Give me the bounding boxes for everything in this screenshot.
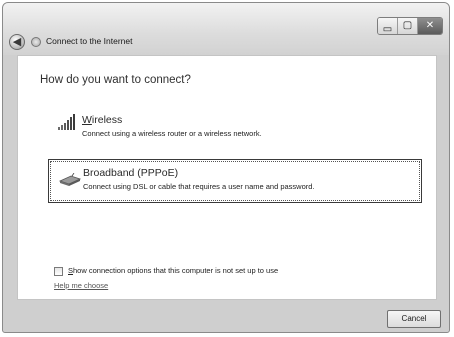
- caption-buttons: ▭ ▢ ✕: [377, 17, 443, 35]
- wizard-content: How do you want to connect? Wireless Con…: [17, 55, 437, 300]
- broadband-modem-icon: [59, 173, 81, 186]
- cancel-button[interactable]: Cancel: [387, 310, 441, 328]
- option-broadband-title: Broadband (PPPoE): [83, 167, 179, 179]
- page-heading: How do you want to connect?: [40, 74, 191, 86]
- network-globe-icon: [31, 37, 41, 47]
- close-icon: ✕: [425, 20, 435, 31]
- maximize-icon: ▢: [402, 20, 413, 31]
- show-options-label[interactable]: Show connection options that this comput…: [68, 266, 278, 275]
- option-wireless-title: Wireless: [82, 114, 123, 126]
- option-broadband-description: Connect using DSL or cable that requires…: [83, 182, 315, 191]
- back-button[interactable]: ◀: [9, 34, 25, 50]
- wireless-signal-icon: [58, 114, 75, 130]
- connect-to-internet-window: ▭ ▢ ✕ ◀ Connect to the Internet How do y…: [2, 2, 450, 333]
- minimize-button[interactable]: ▭: [378, 18, 398, 34]
- minimize-icon: ▭: [382, 24, 393, 35]
- back-arrow-icon: ◀: [12, 35, 22, 48]
- window-title: Connect to the Internet: [46, 36, 133, 46]
- option-wireless[interactable]: Wireless Connect using a wireless router…: [48, 108, 422, 152]
- close-button[interactable]: ✕: [418, 18, 442, 34]
- title-bar[interactable]: ▭ ▢ ✕ ◀ Connect to the Internet: [3, 3, 449, 55]
- option-wireless-description: Connect using a wireless router or a wir…: [82, 129, 262, 138]
- show-options-checkbox[interactable]: [54, 267, 63, 276]
- maximize-button[interactable]: ▢: [398, 18, 418, 34]
- help-me-choose-link[interactable]: Help me choose: [54, 281, 108, 290]
- option-broadband-pppoe[interactable]: Broadband (PPPoE) Connect using DSL or c…: [48, 159, 422, 203]
